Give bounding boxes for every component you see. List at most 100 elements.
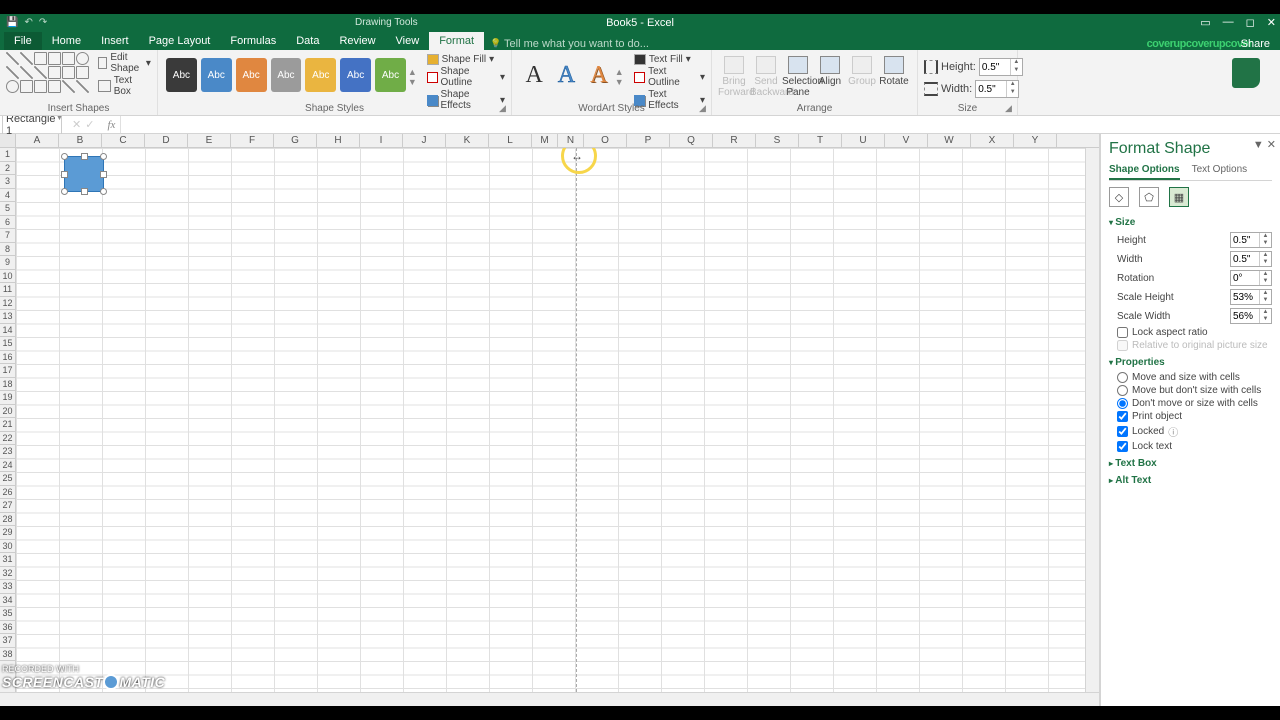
resize-handle[interactable] [61,153,68,160]
share-button[interactable]: Share [1241,38,1270,50]
col-header[interactable]: D [145,134,188,147]
row-header[interactable]: 35 [0,607,15,621]
row-header[interactable]: 12 [0,297,15,311]
style-preset[interactable]: Abc [340,58,371,92]
select-all-corner[interactable] [0,134,16,147]
row-header[interactable]: 38 [0,648,15,662]
selected-shape[interactable] [64,156,104,192]
col-header[interactable]: T [799,134,842,147]
row-header[interactable]: 36 [0,621,15,635]
col-header[interactable]: K [446,134,489,147]
rotate-button[interactable]: Rotate [878,52,910,101]
col-header[interactable]: X [971,134,1014,147]
style-preset[interactable]: Abc [375,58,406,92]
col-header[interactable]: F [231,134,274,147]
shapes-gallery[interactable] [6,52,89,101]
row-header[interactable]: 17 [0,364,15,378]
wordart-preset[interactable]: A [553,58,579,92]
shape-fill-button[interactable]: Shape Fill ▾ [427,54,505,65]
width-input[interactable]: ▲▼ [975,80,1019,98]
row-header[interactable]: 33 [0,580,15,594]
col-header[interactable]: C [102,134,145,147]
row-header[interactable]: 14 [0,324,15,338]
enter-icon[interactable]: ✓ [85,118,94,131]
style-preset[interactable]: Abc [166,58,197,92]
text-box-button[interactable]: Text Box [95,75,154,97]
row-header[interactable]: 28 [0,513,15,527]
row-header[interactable]: 18 [0,378,15,392]
row-header[interactable]: 26 [0,486,15,500]
locked-checkbox[interactable]: Locked ⓘ [1117,424,1272,439]
row-header[interactable]: 8 [0,243,15,257]
row-header[interactable]: 34 [0,594,15,608]
row-header[interactable]: 20 [0,405,15,419]
col-header[interactable]: E [188,134,231,147]
row-header[interactable]: 30 [0,540,15,554]
resize-handle[interactable] [81,153,88,160]
row-header[interactable]: 2 [0,162,15,176]
wordart-preset[interactable]: A [521,58,547,92]
row-header[interactable]: 15 [0,337,15,351]
print-object-checkbox[interactable]: Print object [1117,411,1272,422]
col-header[interactable]: R [713,134,756,147]
resize-handle[interactable] [100,171,107,178]
row-header[interactable]: 3 [0,175,15,189]
row-header[interactable]: 21 [0,418,15,432]
col-header[interactable]: V [885,134,928,147]
tell-me-input[interactable]: Tell me what you want to do... [484,38,649,50]
text-outline-button[interactable]: Text Outline ▾ [634,66,705,88]
row-header[interactable]: 31 [0,553,15,567]
shape-outline-button[interactable]: Shape Outline ▾ [427,66,505,88]
tab-insert[interactable]: Insert [91,32,139,50]
section-size[interactable]: Size [1109,217,1272,228]
row-header[interactable]: 19 [0,391,15,405]
worksheet[interactable]: ABCDEFGHIJKLMNOPQRSTUVWXY 12345678910111… [0,134,1100,706]
row-header[interactable]: 24 [0,459,15,473]
resize-handle[interactable] [100,153,107,160]
style-preset[interactable]: Abc [201,58,232,92]
height-input[interactable]: ▲▼ [979,58,1023,76]
profile-icon[interactable] [1232,58,1260,88]
style-preset[interactable]: Abc [236,58,267,92]
pane-close-icon[interactable]: ▼ ✕ [1253,138,1276,151]
row-header[interactable]: 10 [0,270,15,284]
col-header[interactable]: M [532,134,558,147]
row-header[interactable]: 32 [0,567,15,581]
resize-handle[interactable] [61,171,68,178]
col-header[interactable]: N [558,134,584,147]
col-header[interactable]: G [274,134,317,147]
align-button[interactable]: Align [814,52,846,101]
pane-scaleh-input[interactable]: ▲▼ [1230,289,1272,305]
horizontal-scrollbar[interactable] [0,692,1099,706]
resize-handle[interactable] [81,188,88,195]
cells-grid[interactable]: ↔ Width: 9.29 (70 pixels) [16,148,1085,692]
col-header[interactable]: U [842,134,885,147]
row-header[interactable]: 5 [0,202,15,216]
style-preset[interactable]: Abc [271,58,302,92]
pane-tab-text-options[interactable]: Text Options [1192,164,1248,180]
minimize-icon[interactable]: ― [1223,16,1234,29]
resize-handle[interactable] [61,188,68,195]
tab-data[interactable]: Data [286,32,329,50]
pane-width-input[interactable]: ▲▼ [1230,251,1272,267]
section-properties[interactable]: Properties [1109,357,1272,368]
maximize-icon[interactable]: ◻ [1246,16,1255,29]
col-header[interactable]: J [403,134,446,147]
formula-input[interactable] [120,116,1280,133]
style-preset[interactable]: Abc [305,58,336,92]
redo-icon[interactable]: ↷ [39,17,47,28]
col-header[interactable]: Y [1014,134,1057,147]
ribbon-opts-icon[interactable]: ▭ [1200,16,1210,29]
col-header[interactable]: L [489,134,532,147]
pane-height-input[interactable]: ▲▼ [1230,232,1272,248]
tab-review[interactable]: Review [329,32,385,50]
tab-format[interactable]: Format [429,32,484,50]
col-header[interactable]: I [360,134,403,147]
move-nosize-radio[interactable]: Move but don't size with cells [1117,385,1272,396]
col-header[interactable]: H [317,134,360,147]
row-header[interactable]: 22 [0,432,15,446]
fill-line-icon[interactable]: ◇ [1109,187,1129,207]
row-header[interactable]: 37 [0,634,15,648]
col-header[interactable]: A [16,134,59,147]
row-header[interactable]: 4 [0,189,15,203]
